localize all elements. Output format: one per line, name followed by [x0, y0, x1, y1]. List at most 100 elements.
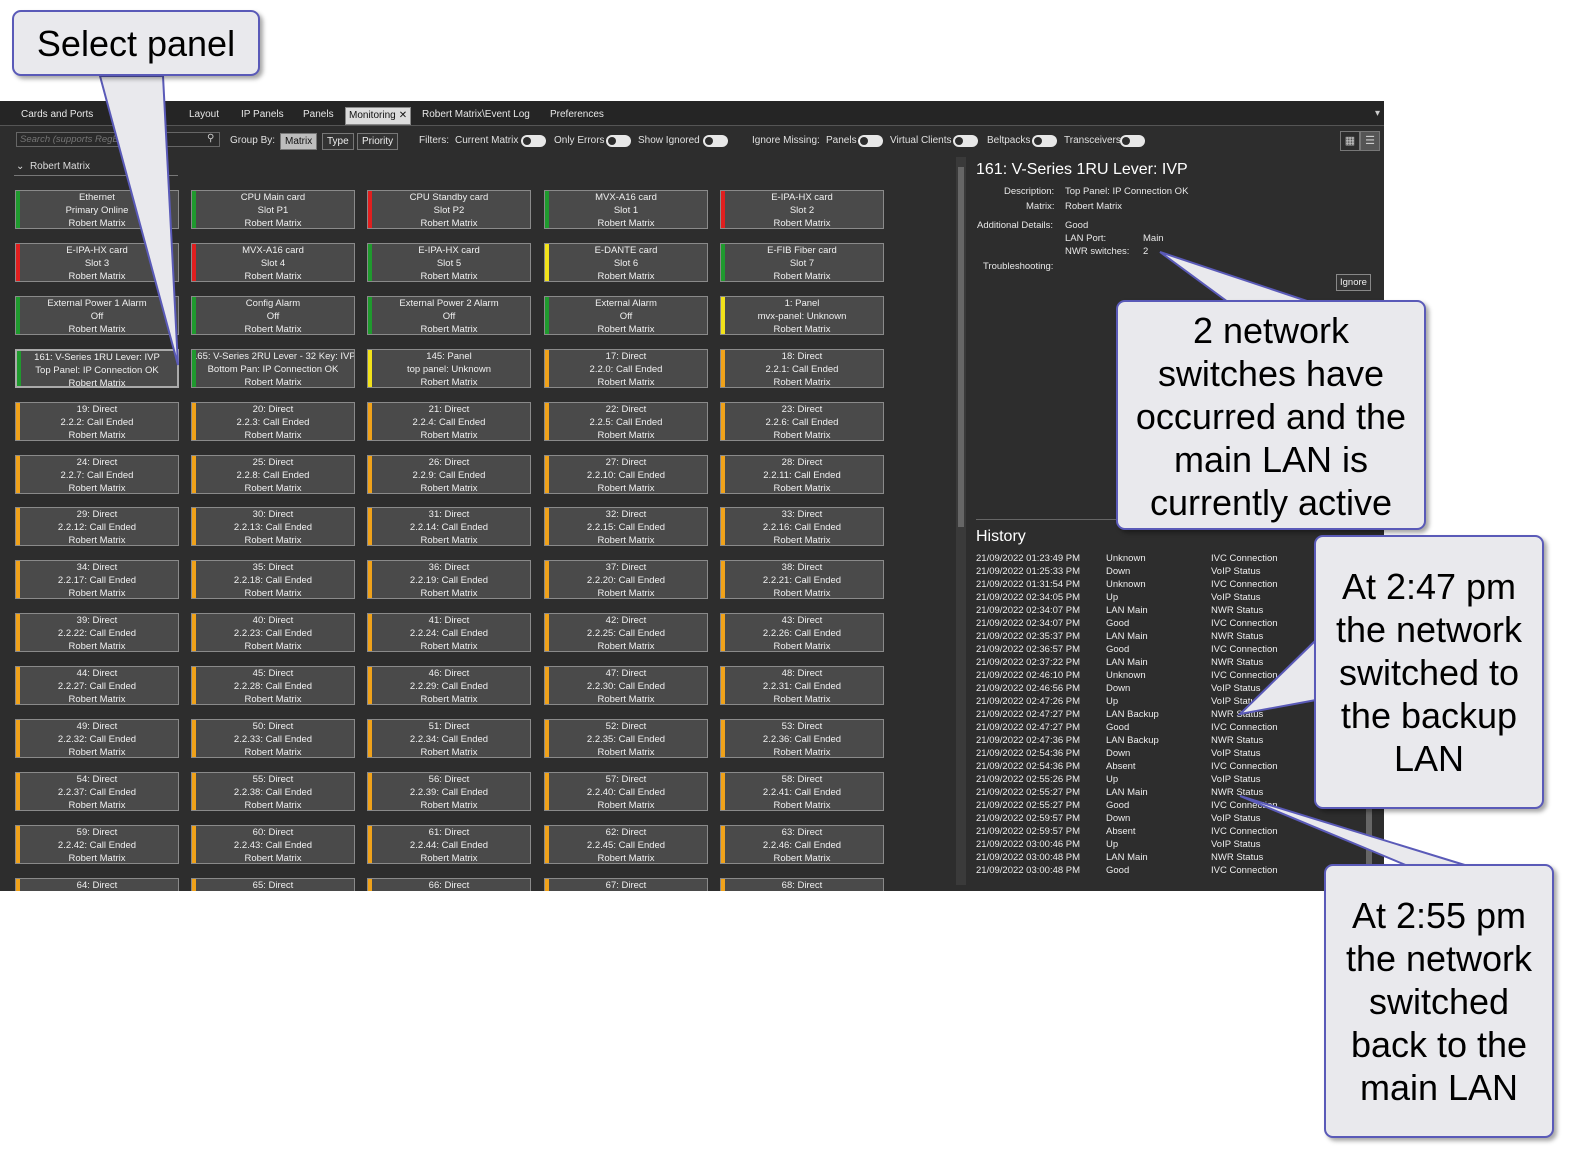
- status-card[interactable]: 161: V-Series 1RU Lever: IVP Top Panel: I…: [15, 348, 179, 389]
- status-card[interactable]: 64: Direct: [15, 877, 179, 891]
- status-indicator: [16, 296, 20, 334]
- status-card[interactable]: CPU Main card Slot P1 Robert Matrix: [191, 190, 355, 229]
- status-card[interactable]: External Alarm Off Robert Matrix: [544, 295, 708, 335]
- status-card[interactable]: E-IPA-HX card Slot 3 Robert Matrix: [15, 242, 179, 282]
- status-card[interactable]: 61: Direct 2.2.44: Call Ended Robert Matri…: [367, 824, 531, 864]
- status-card[interactable]: 50: Direct 2.2.33: Call Ended Robert Matri…: [191, 719, 355, 758]
- status-card[interactable]: 36: Direct 2.2.19: Call Ended Robert Matri…: [367, 560, 531, 600]
- status-card[interactable]: E-IPA-HX card Slot 5 Robert Matrix: [367, 242, 531, 282]
- status-card[interactable]: 38: Direct 2.2.21: Call Ended Robert Matri…: [720, 560, 884, 600]
- card-status: Slot 7: [789, 257, 815, 269]
- status-card[interactable]: 25: Direct 2.2.8: Call Ended Robert Matrix: [191, 454, 355, 494]
- status-card[interactable]: 66: Direct: [367, 877, 531, 891]
- status-card[interactable]: 45: Direct 2.2.28: Call Ended Robert Matri…: [191, 666, 355, 706]
- ignore-beltpacks-toggle[interactable]: [1032, 135, 1057, 147]
- status-card[interactable]: External Power 2 Alarm Off Robert Matrix: [367, 295, 531, 335]
- card-grid-scrollbar[interactable]: [956, 157, 966, 885]
- status-card[interactable]: 23: Direct 2.2.6: Call Ended Robert Matrix: [720, 401, 884, 441]
- status-card[interactable]: CPU Standby card Slot P2 Robert Matrix: [367, 190, 531, 229]
- card-status: 2.2.44: Call Ended: [409, 839, 489, 851]
- card-title: MVX-A16 card: [595, 192, 657, 203]
- status-card[interactable]: 34: Direct 2.2.17: Call Ended Robert Matri…: [15, 560, 179, 600]
- history-timestamp: 21/09/2022 02:55:26 PM: [976, 774, 1081, 785]
- status-card[interactable]: 52: Direct 2.2.35: Call Ended Robert Matri…: [544, 719, 708, 758]
- status-card[interactable]: E-IPA-HX card Slot 2 Robert Matrix: [720, 190, 884, 229]
- status-card[interactable]: 24: Direct 2.2.7: Call Ended Robert Matrix: [15, 454, 179, 494]
- ignore-transceivers-toggle[interactable]: [1120, 135, 1145, 147]
- status-card[interactable]: 17: Direct 2.2.0: Call Ended Robert Matrix: [544, 348, 708, 388]
- status-card[interactable]: 62: Direct 2.2.45: Call Ended Robert Matri…: [544, 824, 708, 864]
- tree-group-header[interactable]: ⌄ Robert Matrix: [16, 161, 90, 172]
- status-card[interactable]: MVX-A16 card Slot 1 Robert Matrix: [544, 190, 708, 229]
- tab-overflow-icon[interactable]: ▾: [1375, 108, 1380, 119]
- status-card[interactable]: 58: Direct 2.2.41: Call Ended Robert Matri…: [720, 771, 884, 811]
- status-card[interactable]: 57: Direct 2.2.40: Call Ended Robert Matri…: [544, 771, 708, 811]
- status-card[interactable]: 27: Direct 2.2.10: Call Ended Robert Matri…: [544, 454, 708, 494]
- status-card[interactable]: 32: Direct 2.2.15: Call Ended Robert Matri…: [544, 507, 708, 547]
- status-card[interactable]: 55: Direct 2.2.38: Call Ended Robert Matri…: [191, 771, 355, 811]
- status-card[interactable]: 47: Direct 2.2.30: Call Ended Robert Matri…: [544, 666, 708, 706]
- status-card[interactable]: 35: Direct 2.2.18: Call Ended Robert Matri…: [191, 560, 355, 600]
- status-card[interactable]: 65: Direct: [191, 877, 355, 891]
- card-matrix: Robert Matrix: [773, 588, 831, 600]
- status-card[interactable]: 41: Direct 2.2.24: Call Ended Robert Matri…: [367, 613, 531, 653]
- status-card[interactable]: 1: Panel mvx-panel: Unknown Robert Matrix: [720, 295, 884, 335]
- status-card[interactable]: 40: Direct 2.2.23: Call Ended Robert Matri…: [191, 613, 355, 653]
- status-card[interactable]: 33: Direct 2.2.16: Call Ended Robert Matri…: [720, 507, 884, 547]
- status-card[interactable]: 48: Direct 2.2.31: Call Ended Robert Matri…: [720, 666, 884, 706]
- status-card[interactable]: 30: Direct 2.2.13: Call Ended Robert Matri…: [191, 507, 355, 547]
- status-card[interactable]: 60: Direct 2.2.43: Call Ended Robert Matri…: [191, 824, 355, 864]
- status-indicator: [192, 243, 196, 281]
- status-card[interactable]: 165: V-Series 2RU Lever - 32 Key: IVP Bot…: [191, 348, 355, 388]
- status-card[interactable]: 63: Direct 2.2.46: Call Ended Robert Matri…: [720, 824, 884, 864]
- tree-divider: [14, 175, 178, 176]
- card-title: 22: Direct: [605, 403, 647, 415]
- status-card[interactable]: 31: Direct 2.2.14: Call Ended Robert Matri…: [367, 507, 531, 547]
- status-card[interactable]: 54: Direct 2.2.37: Call Ended Robert Matri…: [15, 771, 179, 811]
- card-matrix: Robert Matrix: [597, 588, 655, 600]
- status-card[interactable]: 28: Direct 2.2.11: Call Ended Robert Matri…: [720, 454, 884, 494]
- card-status: Off: [619, 310, 633, 322]
- status-card[interactable]: 56: Direct 2.2.39: Call Ended Robert Matri…: [367, 771, 531, 811]
- card-matrix: Robert Matrix: [68, 747, 126, 758]
- status-card[interactable]: E-FIB Fiber card Slot 7 Robert Matrix: [720, 242, 884, 282]
- card-title: 161: V-Series 1RU Lever: IVP: [34, 351, 160, 363]
- status-card[interactable]: Ethernet Primary Online Robert Matrix: [15, 190, 179, 229]
- history-value: Absent: [1106, 761, 1136, 772]
- list-view-icon[interactable]: ☰: [1360, 131, 1380, 151]
- card-status: 2.2.37: Call Ended: [57, 786, 137, 798]
- status-card[interactable]: 145: Panel top panel: Unknown Robert Matri…: [367, 348, 531, 388]
- status-card[interactable]: E-DANTE card Slot 6 Robert Matrix: [544, 242, 708, 282]
- status-card[interactable]: 18: Direct 2.2.1: Call Ended Robert Matrix: [720, 348, 884, 388]
- status-card[interactable]: 68: Direct: [720, 877, 884, 891]
- status-card[interactable]: 44: Direct 2.2.27: Call Ended Robert Matri…: [15, 666, 179, 706]
- status-card[interactable]: MVX-A16 card Slot 4 Robert Matrix: [191, 242, 355, 282]
- scrollbar-thumb[interactable]: [958, 167, 964, 527]
- status-card[interactable]: 22: Direct 2.2.5: Call Ended Robert Matrix: [544, 401, 708, 441]
- card-matrix: Robert Matrix: [773, 218, 831, 229]
- status-card[interactable]: 49: Direct 2.2.32: Call Ended Robert Matri…: [15, 719, 179, 758]
- status-card[interactable]: 59: Direct 2.2.42: Call Ended Robert Matri…: [15, 824, 179, 864]
- status-card[interactable]: Config Alarm Off Robert Matrix: [191, 295, 355, 335]
- status-card[interactable]: 21: Direct 2.2.4: Call Ended Robert Matrix: [367, 401, 531, 441]
- card-title: 36: Direct: [428, 562, 470, 574]
- status-card[interactable]: 46: Direct 2.2.29: Call Ended Robert Matri…: [367, 666, 531, 706]
- status-card[interactable]: 42: Direct 2.2.25: Call Ended Robert Matri…: [544, 613, 708, 653]
- status-card[interactable]: 67: Direct: [544, 877, 708, 891]
- status-card[interactable]: 53: Direct 2.2.36: Call Ended Robert Matri…: [720, 719, 884, 758]
- tile-view-icon[interactable]: ▦: [1340, 131, 1360, 151]
- status-card[interactable]: 26: Direct 2.2.9: Call Ended Robert Matrix: [367, 454, 531, 494]
- status-card[interactable]: 20: Direct 2.2.3: Call Ended Robert Matrix: [191, 401, 355, 441]
- card-status: Bottom Pan: IP Connection OK: [207, 363, 339, 375]
- status-card[interactable]: 51: Direct 2.2.34: Call Ended Robert Matri…: [367, 719, 531, 758]
- status-indicator: [16, 878, 20, 891]
- status-card[interactable]: 29: Direct 2.2.12: Call Ended Robert Matri…: [15, 507, 179, 547]
- card-matrix: Robert Matrix: [68, 852, 126, 864]
- card-title: 45: Direct: [252, 668, 294, 680]
- status-card[interactable]: 19: Direct 2.2.2: Call Ended Robert Matrix: [15, 401, 179, 441]
- status-card[interactable]: 43: Direct 2.2.26: Call Ended Robert Matri…: [720, 613, 884, 653]
- status-card[interactable]: 37: Direct 2.2.20: Call Ended Robert Matri…: [544, 560, 708, 600]
- ignore-button[interactable]: Ignore: [1336, 274, 1371, 291]
- status-card[interactable]: External Power 1 Alarm Off Robert Matrix: [15, 295, 179, 335]
- status-card[interactable]: 39: Direct 2.2.22: Call Ended Robert Matri…: [15, 613, 179, 653]
